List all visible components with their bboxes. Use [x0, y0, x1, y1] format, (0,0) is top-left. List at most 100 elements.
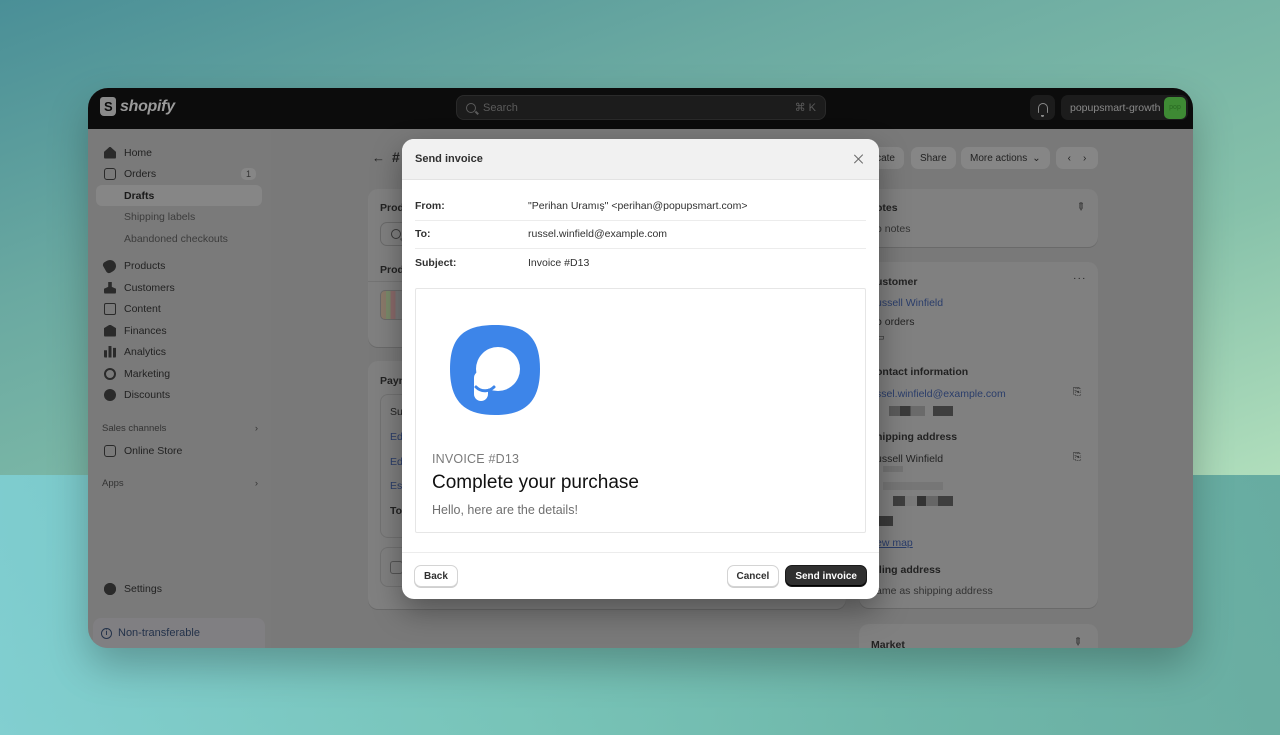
sidebar-item-abandoned-checkouts[interactable]: Abandoned checkouts [96, 228, 262, 249]
page-title: # [392, 149, 400, 165]
redacted-address [879, 516, 893, 526]
edit-shipping-link[interactable]: Ed [390, 456, 403, 468]
sidebar-item-content[interactable]: Content [96, 298, 262, 319]
modal-footer: Back Cancel Send invoice [402, 552, 879, 599]
view-map-link[interactable]: ew map [876, 537, 913, 549]
popupsmart-logo-icon [450, 324, 540, 415]
back-arrow-icon[interactable]: ← [372, 150, 385, 165]
person-icon [104, 281, 116, 294]
cancel-button[interactable]: Cancel [726, 565, 780, 587]
sidebar-item-label: Marketing [124, 367, 171, 380]
notes-value: o notes [876, 223, 911, 235]
to-label: To: [415, 228, 431, 241]
send-invoice-modal: Send invoice From: "Perihan Uramış" <per… [402, 139, 879, 599]
search-shortcut: ⌘ K [794, 102, 816, 114]
sidebar-item-online-store[interactable]: Online Store [96, 440, 262, 461]
shopify-bag-icon [100, 97, 116, 116]
copy-icon[interactable]: ⎘ [1073, 451, 1081, 464]
sidebar-item-drafts[interactable]: Drafts [96, 185, 262, 206]
sidebar-item-orders[interactable]: Orders 1 [96, 163, 262, 184]
estimated-tax-link[interactable]: Es [390, 480, 402, 492]
sidebar-item-shipping-labels[interactable]: Shipping labels [96, 206, 262, 227]
share-button[interactable]: Share [911, 147, 956, 169]
customer-email-link[interactable]: ssel.winfield@example.com [876, 388, 1006, 400]
sidebar-item-finances[interactable]: Finances [96, 320, 262, 341]
pagination: ‹ › [1056, 147, 1098, 169]
next-icon[interactable]: › [1083, 153, 1086, 164]
home-icon [104, 146, 116, 159]
email-meta: From: "Perihan Uramış" <perihan@popupsma… [402, 180, 879, 278]
redacted-address [883, 482, 943, 490]
edit-discount-link[interactable]: Ed [390, 431, 403, 443]
sidebar-item-label: Discounts [124, 388, 171, 401]
section-label: Apps [102, 478, 124, 489]
email-preview: INVOICE #D13 Complete your purchase Hell… [415, 287, 866, 533]
sidebar-item-home[interactable]: Home [96, 142, 262, 163]
bank-icon [104, 324, 116, 337]
sidebar-item-label: Drafts [124, 189, 155, 202]
sidebar-item-discounts[interactable]: Discounts [96, 384, 262, 405]
sidebar-item-customers[interactable]: Customers [96, 277, 262, 298]
sidebar-item-label: Shipping labels [124, 210, 196, 223]
sidebar-item-settings[interactable]: Settings [96, 578, 262, 599]
contact-heading: ontact information [876, 366, 969, 378]
sidebar-item-analytics[interactable]: Analytics [96, 341, 262, 362]
close-icon[interactable] [852, 152, 866, 166]
previous-icon[interactable]: ‹ [1068, 153, 1071, 164]
send-invoice-button[interactable]: Send invoice [785, 565, 867, 587]
chevron-right-icon: › [254, 423, 258, 434]
to-row: To: russel.winfield@example.com [415, 221, 866, 249]
customer-name-link[interactable]: ussell Winfield [876, 297, 943, 309]
sidebar-item-marketing[interactable]: Marketing [96, 363, 262, 384]
more-actions-button[interactable]: More actions ⌄ [961, 147, 1050, 169]
invoice-headline: Complete your purchase [432, 471, 639, 493]
modal-header: Send invoice [402, 139, 879, 180]
store-menu-button[interactable]: popupsmart-growth pop [1061, 95, 1188, 120]
card-heading: Market [871, 639, 905, 648]
section-label: Sales channels [102, 423, 167, 434]
card-heading: ustomer [876, 276, 918, 288]
pencil-icon[interactable]: ✎ [1073, 200, 1088, 215]
shipping-name: ussell Winfield [876, 453, 944, 465]
pencil-icon[interactable]: ✎ [1070, 635, 1085, 648]
notes-card: otes ✎ o notes [859, 189, 1098, 247]
search-input[interactable]: Search ⌘ K [456, 95, 826, 120]
store-name: popupsmart-growth [1070, 101, 1161, 114]
sidebar-item-products[interactable]: Products [96, 255, 262, 276]
sidebar-item-label: Orders [124, 167, 157, 180]
invoice-label: INVOICE #D13 [432, 451, 520, 466]
sidebar-item-label: Abandoned checkouts [124, 232, 228, 245]
to-value: russel.winfield@example.com [528, 228, 668, 241]
notifications-button[interactable] [1030, 95, 1055, 120]
more-options-icon[interactable]: ··· [1073, 272, 1087, 284]
sidebar-item-label: Customers [124, 281, 175, 294]
subtotal-label: Su [390, 406, 403, 418]
button-label: Share [920, 152, 947, 164]
non-transferable-label: Non-transferable [118, 627, 200, 639]
sidebar-item-label: Settings [124, 582, 162, 595]
bell-icon [1037, 102, 1048, 117]
search-placeholder: Search [483, 101, 518, 114]
sales-channels-header[interactable]: Sales channels › [102, 423, 258, 434]
card-heading: Prod [380, 202, 404, 214]
redacted-phone [933, 406, 953, 416]
apps-header[interactable]: Apps › [102, 478, 258, 489]
from-row: From: "Perihan Uramış" <perihan@popupsma… [415, 192, 866, 221]
non-transferable-banner[interactable]: i Non-transferable [93, 618, 265, 648]
sidebar-item-label: Content [124, 302, 161, 315]
bar-chart-icon [104, 345, 116, 358]
chevron-down-icon: ⌄ [1032, 152, 1041, 164]
content-icon [104, 302, 116, 315]
shopify-logo[interactable]: shopify [100, 97, 175, 116]
sidebar-item-label: Home [124, 146, 153, 159]
tag-icon [101, 257, 119, 274]
copy-icon[interactable]: ⎘ [1073, 386, 1081, 399]
button-label: Back [424, 570, 448, 582]
top-bar: shopify Search ⌘ K popupsmart-growth pop [88, 88, 1193, 129]
from-value: "Perihan Uramış" <perihan@popupsmart.com… [528, 199, 748, 212]
button-label: More actions [970, 152, 1028, 164]
billing-value: ame as shipping address [876, 585, 993, 597]
back-button[interactable]: Back [414, 565, 458, 587]
subject-row: Subject: Invoice #D13 [415, 249, 866, 278]
customer-orders: o orders [876, 316, 915, 328]
